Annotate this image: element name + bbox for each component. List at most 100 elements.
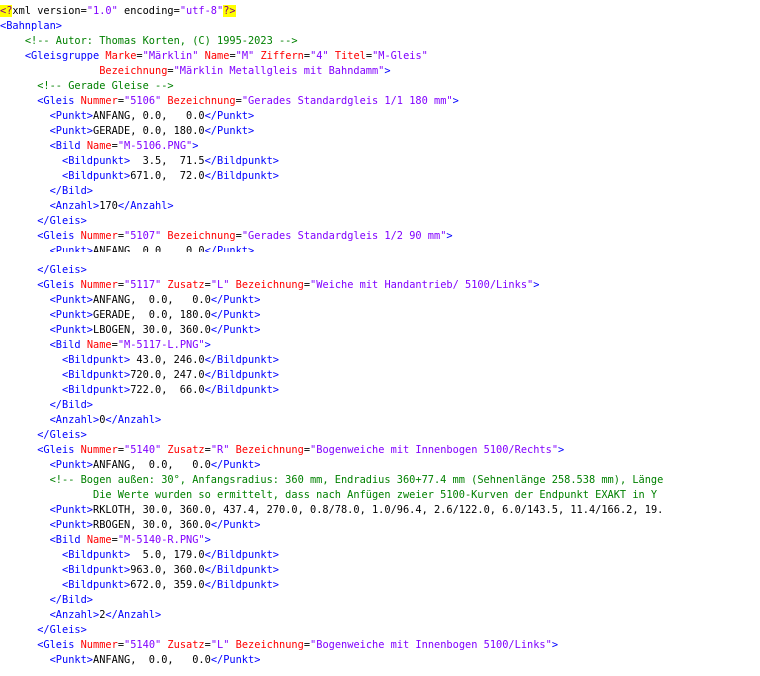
token-tag: > [533, 279, 540, 291]
code-line[interactable]: <Punkt>ANFANG, 0.0, 0.0</Punkt> [0, 293, 760, 308]
code-line[interactable]: <Bild Name="M-5140-R.PNG"> [0, 533, 760, 548]
code-line[interactable]: <Punkt>GERADE, 0.0, 180.0</Punkt> [0, 308, 760, 323]
code-line[interactable]: </Gleis> [0, 428, 760, 443]
token-val: "5107" [124, 230, 162, 242]
code-line[interactable]: Bezeichnung="Märklin Metallgleis mit Bah… [0, 64, 760, 79]
token-tag: > [446, 230, 453, 242]
token-tag: <Gleis [37, 639, 75, 651]
token-txt: 722.0, 66.0 [130, 384, 205, 396]
code-line[interactable]: <Bildpunkt>671.0, 72.0</Bildpunkt> [0, 169, 760, 184]
code-line[interactable]: <Anzahl>170</Anzahl> [0, 199, 760, 214]
code-line[interactable]: <Punkt>RKLOTH, 30.0, 360.0, 437.4, 270.0… [0, 503, 760, 518]
code-pane-bottom[interactable]: </Gleis> <Gleis Nummer="5117" Zusatz="L"… [0, 258, 760, 676]
token-val: "Märklin Metallgleis mit Bahndamm" [173, 65, 385, 77]
code-line[interactable]: <Bildpunkt>963.0, 360.0</Bildpunkt> [0, 563, 760, 578]
token-val: "Gerades Standardgleis 1/1 180 mm" [241, 95, 453, 107]
code-line[interactable]: <Gleisgruppe Marke="Märklin" Name="M" Zi… [0, 49, 760, 64]
code-line[interactable]: <Gleis Nummer="5140" Zusatz="R" Bezeichn… [0, 443, 760, 458]
token-txt: 170 [99, 200, 118, 212]
token-attr: Titel [334, 50, 366, 62]
code-line[interactable]: <Bildpunkt> 43.0, 246.0</Bildpunkt> [0, 353, 760, 368]
token-tag: </Bildpunkt> [204, 170, 280, 182]
token-txt: RBOGEN, 30.0, 360.0 [93, 519, 211, 531]
code-line[interactable]: <!-- Gerade Gleise --> [0, 79, 760, 94]
token-tag: </Punkt> [210, 294, 261, 306]
code-line[interactable]: <?xml version="1.0" encoding="utf-8"?> [0, 4, 760, 19]
code-line[interactable]: </Bild> [0, 593, 760, 608]
token-attr: Name [204, 50, 230, 62]
code-line[interactable]: </Gleis> [0, 623, 760, 638]
token-attr: Nummer [80, 279, 118, 291]
code-line[interactable]: <!-- Bogen außen: 30°, Anfangsradius: 36… [0, 473, 760, 488]
code-line[interactable]: <Bild Name="M-5117-L.PNG"> [0, 338, 760, 353]
code-line[interactable]: <!-- Autor: Thomas Korten, (C) 1995-2023… [0, 34, 760, 49]
code-line[interactable]: <Punkt>ANFANG, 0.0, 0.0</Punkt> [0, 653, 760, 668]
code-line[interactable]: <Gleis Nummer="5117" Zusatz="L" Bezeichn… [0, 278, 760, 293]
code-line[interactable]: <Bildpunkt>672.0, 359.0</Bildpunkt> [0, 578, 760, 593]
token-tag: <Punkt> [49, 459, 94, 471]
code-line[interactable]: <Bildpunkt> 5.0, 179.0</Bildpunkt> [0, 548, 760, 563]
token-tag: </Punkt> [204, 125, 255, 137]
code-line[interactable]: <Bildpunkt>720.0, 247.0</Bildpunkt> [0, 368, 760, 383]
token-val: "L" [210, 639, 230, 651]
token-tag: </Gleis> [37, 429, 87, 441]
code-line[interactable]: </Bild> [0, 398, 760, 413]
token-cmt: <!-- Gerade Gleise --> [37, 80, 174, 92]
token-tag: <Punkt> [49, 309, 94, 321]
token-tag: </Anzahl> [105, 609, 162, 621]
code-line[interactable]: <Bild Name="M-5106.PNG"> [0, 139, 760, 154]
token-val: "Bogenweiche mit Innenbogen 5100/Links" [310, 639, 552, 651]
token-attr: Bezeichnung [235, 279, 304, 291]
code-line[interactable]: <Punkt>GERADE, 0.0, 180.0</Punkt> [0, 124, 760, 139]
token-tag: </Punkt> [210, 519, 261, 531]
token-txt: 43.0, 246.0 [130, 354, 205, 366]
token-attr: Marke [105, 50, 137, 62]
token-val: "Gerades Standardgleis 1/2 90 mm" [241, 230, 447, 242]
code-line[interactable]: <Punkt>LBOGEN, 30.0, 360.0</Punkt> [0, 323, 760, 338]
token-tag: > [384, 65, 391, 77]
code-line[interactable]: <Bildpunkt> 3.5, 71.5</Bildpunkt> [0, 154, 760, 169]
token-tag: </Anzahl> [117, 200, 174, 212]
token-tag: <Bildpunkt> [62, 384, 131, 396]
code-line[interactable]: </Bild> [0, 184, 760, 199]
token-txt: 672.0, 359.0 [130, 579, 205, 591]
code-line[interactable]: </Gleis> [0, 214, 760, 229]
code-line[interactable]: <Anzahl>2</Anzahl> [0, 608, 760, 623]
code-line[interactable]: <Gleis Nummer="5107" Bezeichnung="Gerade… [0, 229, 760, 244]
token-txt: 5.0, 179.0 [130, 549, 205, 561]
code-line[interactable]: <Gleis Nummer="5106" Bezeichnung="Gerade… [0, 94, 760, 109]
code-line[interactable]: <Bildpunkt>722.0, 66.0</Bildpunkt> [0, 383, 760, 398]
code-line[interactable]: <Punkt>RBOGEN, 30.0, 360.0</Punkt> [0, 518, 760, 533]
code-line[interactable]: </Gleis> [0, 263, 760, 278]
token-tag: </Gleis> [37, 264, 87, 276]
token-attr: Nummer [80, 639, 118, 651]
token-tag: <Bild [49, 140, 81, 152]
token-tag: </Bildpunkt> [204, 369, 280, 381]
token-tag: <Punkt> [49, 324, 94, 336]
code-line[interactable]: <Punkt>ANFANG, 0.0, 0.0</Punkt> [0, 458, 760, 473]
code-line[interactable]: <Gleis Nummer="5140" Zusatz="L" Bezeichn… [0, 638, 760, 653]
code-line[interactable]: <Punkt>ANFANG, 0.0, 0.0</Punkt> [0, 244, 760, 252]
code-line[interactable]: <Punkt>ANFANG, 0.0, 0.0</Punkt> [0, 109, 760, 124]
code-line[interactable]: <Bahnplan> [0, 19, 760, 34]
token-txt: 963.0, 360.0 [130, 564, 205, 576]
code-line[interactable]: <Anzahl>0</Anzahl> [0, 413, 760, 428]
token-tag: <Bild [49, 534, 81, 546]
token-tag: <Gleis [37, 444, 75, 456]
code-line[interactable]: Die Werte wurden so ermittelt, dass nach… [0, 488, 760, 503]
xml-editor[interactable]: <?xml version="1.0" encoding="utf-8"?> <B… [0, 0, 760, 676]
code-pane-top[interactable]: <?xml version="1.0" encoding="utf-8"?> <B… [0, 0, 760, 252]
